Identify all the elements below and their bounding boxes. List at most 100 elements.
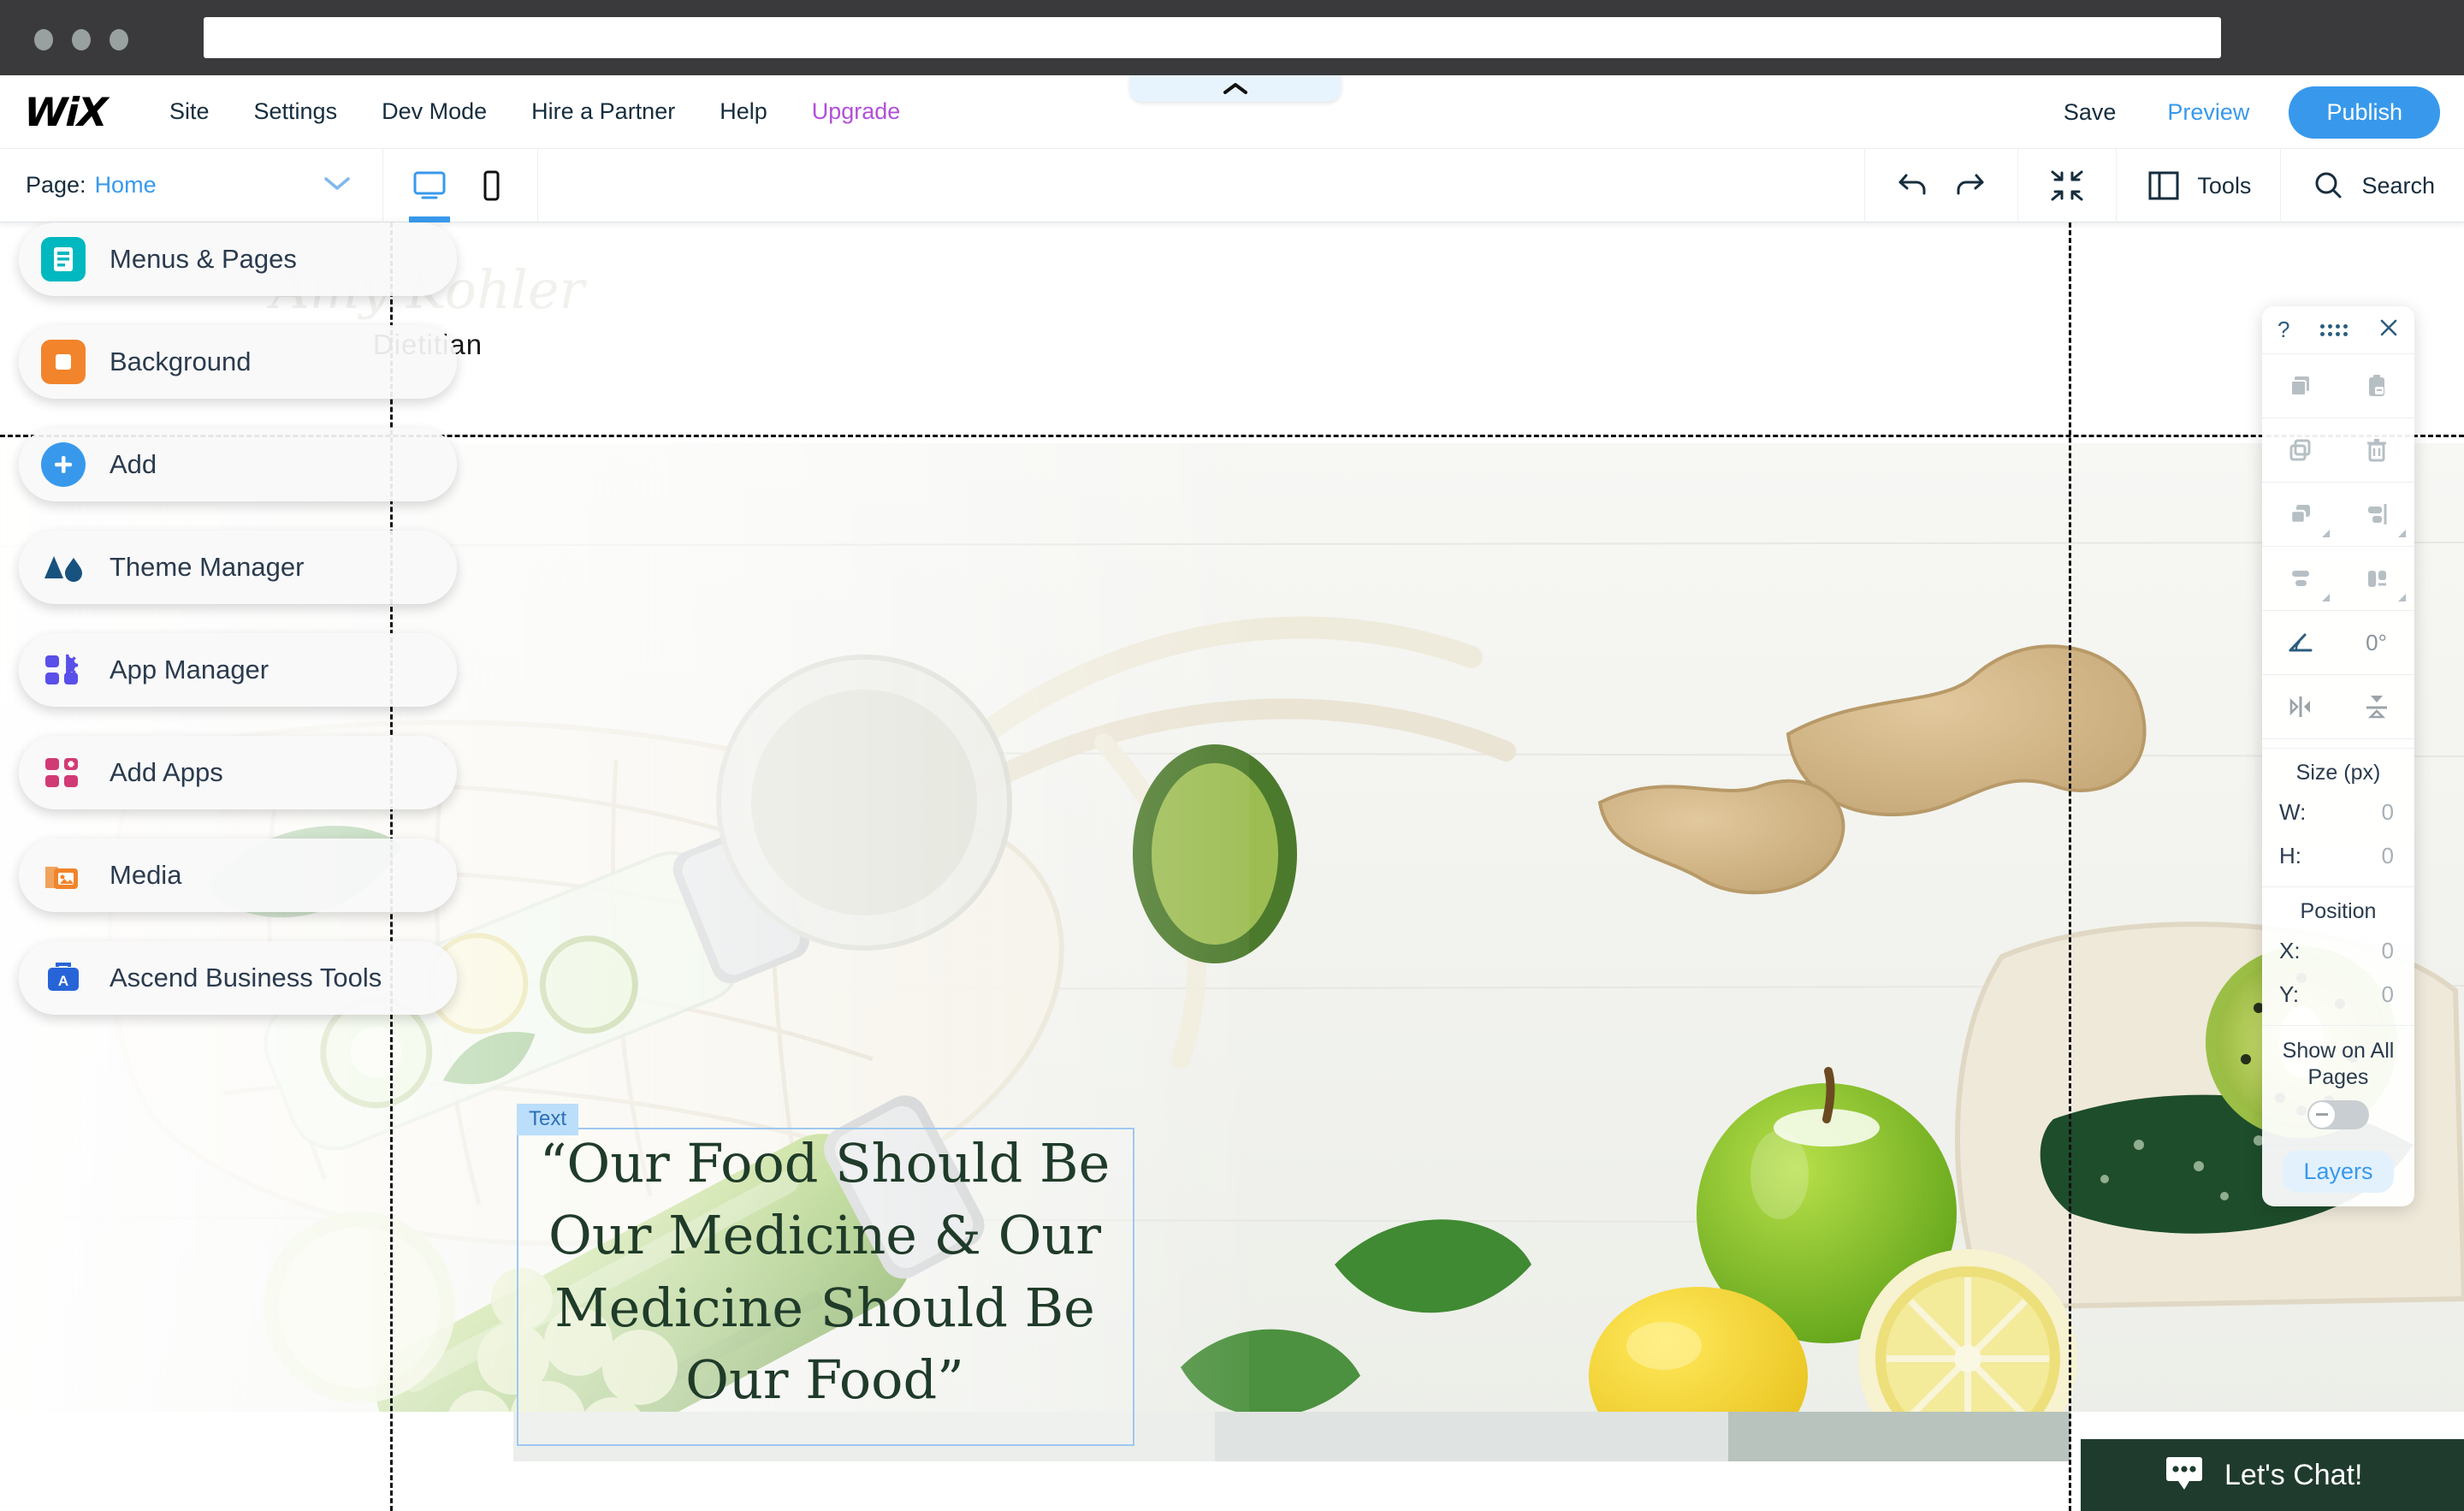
rotation-value[interactable]: 0° [2338,611,2414,674]
preview-button[interactable]: Preview [2141,99,2275,126]
rotate-button[interactable] [2262,611,2338,674]
minimize-window-button[interactable] [72,29,91,50]
paste-icon [2368,375,2384,396]
sidebar-item-ascend-business-tools[interactable]: A Ascend Business Tools [19,941,457,1015]
arrange-button[interactable] [2262,483,2338,546]
position-y-value: 0 [2381,981,2394,1007]
chat-bubble-icon [2163,1453,2206,1498]
menu-item-site[interactable]: Site [147,98,232,125]
window-traffic-lights [34,29,128,50]
size-section-title: Size (px) [2295,761,2381,785]
flip-vertical-icon [2366,696,2387,719]
drag-handle-icon[interactable] [2320,323,2348,336]
menu-item-hire-a-partner[interactable]: Hire a Partner [509,98,697,125]
copy-icon [2289,376,2309,396]
paste-button[interactable] [2338,354,2414,418]
media-icon [41,853,86,898]
height-value: 0 [2381,843,2394,868]
tools-label: Tools [2197,172,2252,199]
position-x-value: 0 [2381,938,2394,963]
search-button[interactable]: Search [2280,149,2464,222]
wix-logo[interactable]: WiX [23,89,107,135]
lets-chat-button[interactable]: Let's Chat! [2081,1439,2464,1511]
publish-button[interactable]: Publish [2289,86,2440,139]
sidebar-item-label: Background [110,347,252,376]
editor-top-bar-actions: Save Preview Publish [2038,75,2440,149]
viewport-desktop-button[interactable] [399,149,460,222]
theme-manager-icon [41,545,86,590]
element-float-toolbar: ? 0° Size (px) W: 0 H: 0 Position X: 0 Y… [2262,306,2414,1206]
hero-quote: “Our Food Should Be Our Medicine & Our M… [539,1132,1111,1411]
sidebar-item-add-apps[interactable]: Add Apps [19,736,457,809]
sidebar-item-add[interactable]: Add [19,428,457,501]
align-horizontal-button[interactable] [2338,483,2414,546]
url-bar[interactable] [204,17,2221,58]
sidebar-item-background[interactable]: Background [19,325,457,399]
height-field[interactable]: H: 0 [2262,834,2414,878]
arrange-align-row-2 [2262,547,2414,611]
duplicate-button[interactable] [2262,418,2338,482]
menu-item-upgrade[interactable]: Upgrade [790,98,923,125]
ascend-business-tools-icon: A [41,956,86,1000]
align-vertical-button[interactable] [2338,547,2414,610]
collapse-arrows-icon [2051,170,2083,201]
hero-text-block[interactable]: “Our Food Should Be Our Medicine & Our M… [517,1128,1133,1416]
close-icon[interactable] [2378,317,2399,342]
width-field[interactable]: W: 0 [2262,791,2414,834]
flip-vertical-button[interactable] [2338,675,2414,738]
add-apps-icon [41,750,86,795]
collapse-panel-tab[interactable] [1129,75,1342,102]
search-label: Search [2361,172,2435,199]
editor-secondary-toolbar: Page: Home Tools Search [0,148,2464,222]
copy-button[interactable] [2262,354,2338,418]
zoom-out-button[interactable] [2017,149,2116,222]
tools-button[interactable]: Tools [2116,149,2280,222]
undo-icon [1898,174,1926,194]
redo-button[interactable] [1949,167,1988,205]
page-selector[interactable]: Page: Home [0,148,383,222]
position-y-field[interactable]: Y: 0 [2262,973,2414,1016]
position-y-label: Y: [2279,981,2300,1007]
trash-icon [2366,439,2386,462]
sidebar-item-label: Add [110,449,157,479]
position-x-label: X: [2279,938,2301,963]
show-on-all-pages-toggle[interactable] [2307,1099,2369,1129]
clipboard-row [2262,354,2414,418]
menu-item-help[interactable]: Help [697,98,790,125]
save-button[interactable]: Save [2038,99,2142,126]
desktop-icon [413,171,446,199]
sidebar-item-label: Add Apps [110,757,223,787]
sidebar-item-label: Menus & Pages [110,244,297,274]
distribute-vertical-icon [2291,571,2309,586]
help-icon[interactable]: ? [2277,317,2289,343]
align-top-icon [2367,571,2386,587]
editor-main-menu: Site Settings Dev Mode Hire a Partner He… [147,98,922,125]
undo-button[interactable] [1894,167,1934,205]
menu-item-settings[interactable]: Settings [232,98,360,125]
delete-button[interactable] [2338,418,2414,482]
menu-item-dev-mode[interactable]: Dev Mode [359,98,509,125]
flip-horizontal-button[interactable] [2262,675,2338,738]
sidebar-item-theme-manager[interactable]: Theme Manager [19,530,457,604]
sidebar-item-label: Media [110,860,182,890]
maximize-window-button[interactable] [110,29,128,50]
chevron-up-icon [1223,82,1247,94]
arrange-align-row-1 [2262,483,2414,547]
mobile-icon [483,170,500,200]
text-element-badge: Text [517,1104,579,1135]
expand-corner-icon [2322,530,2330,537]
distribute-vertical-button[interactable] [2262,547,2338,610]
arrange-layers-icon [2289,505,2310,524]
sidebar-item-app-manager[interactable]: App Manager [19,633,457,707]
sidebar-item-media[interactable]: Media [19,838,457,912]
close-window-button[interactable] [34,29,53,50]
page-selector-value: Home [94,172,157,198]
menus-and-pages-icon [41,237,86,281]
position-x-field[interactable]: X: 0 [2262,929,2414,973]
editor-window: WiX Site Settings Dev Mode Hire a Partne… [0,0,2464,1511]
viewport-mobile-button[interactable] [460,149,522,222]
flip-horizontal-icon [2289,696,2310,717]
sidebar-item-menus-and-pages[interactable]: Menus & Pages [19,222,457,296]
layers-button[interactable]: Layers [2283,1150,2394,1193]
chevron-down-icon [323,174,352,197]
